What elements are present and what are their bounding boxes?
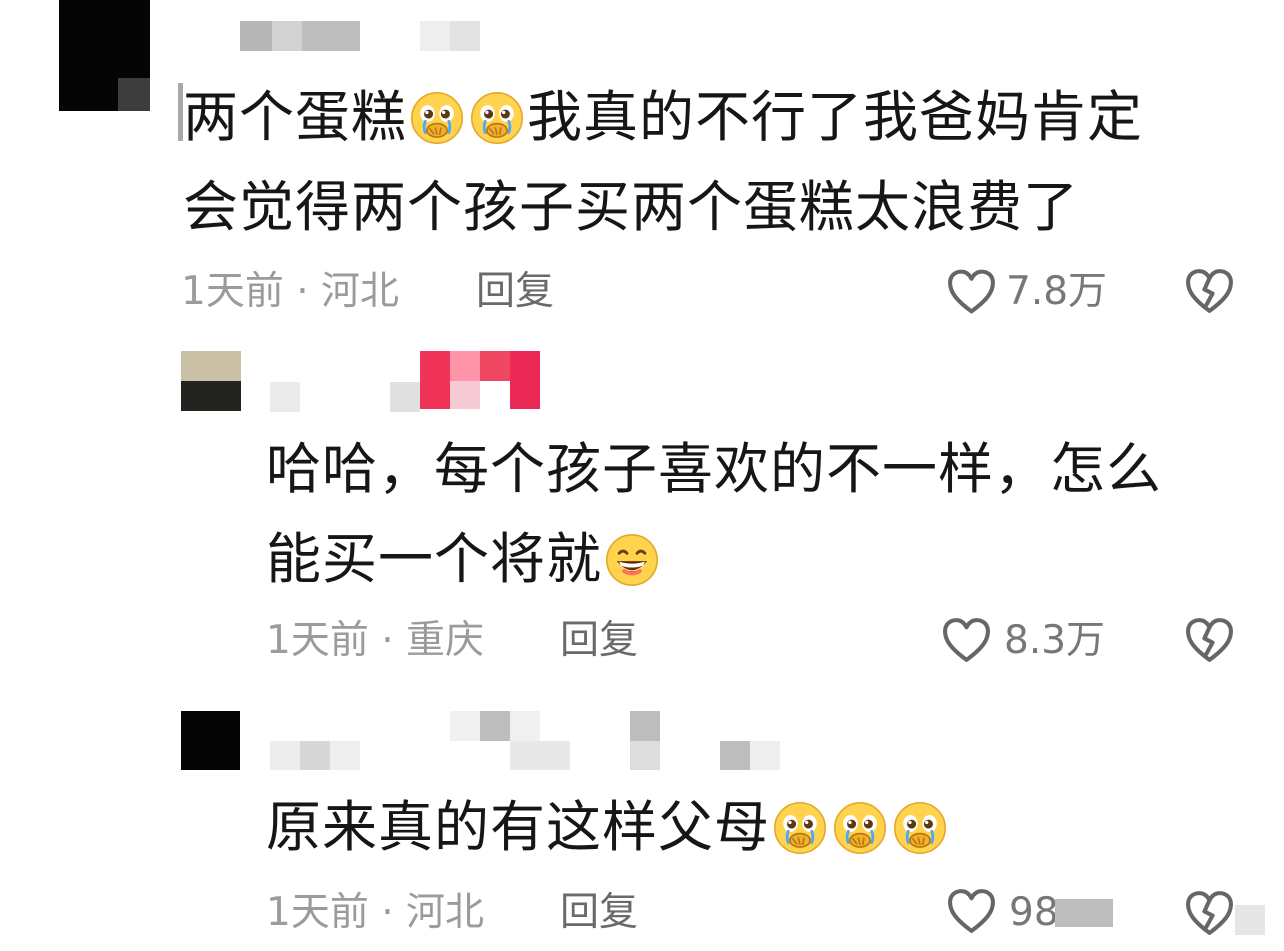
blurred-username [272, 21, 302, 51]
comment-text-part: 我真的不行了我爸妈肯定 [527, 85, 1144, 149]
reply-button[interactable]: 回复 [560, 889, 638, 937]
blurred-username [450, 21, 480, 51]
like-count: 98 [1009, 890, 1059, 935]
blurred-username [450, 351, 480, 381]
broken-heart-icon[interactable] [1184, 267, 1235, 315]
blurred-username [510, 741, 570, 770]
broken-heart-icon[interactable] [1184, 616, 1235, 664]
blurred-username [270, 741, 300, 770]
blurred-username [480, 711, 510, 741]
pleading-face-icon [409, 90, 465, 146]
broken-heart-icon[interactable] [1184, 889, 1235, 937]
blurred-username [420, 21, 450, 51]
blurred-username [450, 711, 480, 741]
blurred-like-count [1055, 899, 1113, 927]
blurred-username [480, 351, 510, 381]
comment-text-part: 原来真的有这样父母 [266, 795, 771, 859]
blurred-username [330, 741, 360, 770]
reply-button[interactable]: 回复 [560, 617, 638, 665]
blurred-username [240, 21, 272, 51]
avatar [181, 381, 241, 411]
pleading-face-icon [892, 800, 948, 856]
pleading-face-icon [772, 800, 828, 856]
comment-meta: 1天前 · 河北 [266, 890, 485, 935]
blurred-username [302, 21, 360, 51]
blurred-username [390, 382, 420, 412]
comment-text-line: 哈哈，每个孩子喜欢的不一样，怎么 [266, 437, 1163, 501]
grinning-face-icon [604, 532, 660, 588]
avatar[interactable] [181, 351, 241, 381]
comments-screenshot: 两个蛋糕 我真的不行了我爸妈肯定 会觉得两个孩子买两个蛋糕太浪费了 1天前 · 河… [0, 0, 1284, 951]
blurred-username [630, 741, 660, 770]
blurred-username [450, 381, 480, 409]
blurred-username [720, 741, 750, 770]
comment-text: 哈哈，每个孩子喜欢的不一样，怎么 能买一个将就 [266, 424, 1162, 604]
blurred-username [420, 351, 450, 409]
avatar[interactable] [181, 711, 240, 770]
heart-outline-icon[interactable] [946, 268, 997, 315]
like-count: 7.8万 [1006, 269, 1108, 314]
comment-meta: 1天前 · 重庆 [266, 618, 485, 663]
comment-text-part: 能买一个将就 [266, 527, 603, 591]
heart-outline-icon[interactable] [946, 887, 997, 935]
blurred-username [750, 741, 780, 770]
blurred-username [510, 351, 540, 409]
comment-meta: 1天前 · 河北 [181, 269, 400, 314]
blurred-username [270, 382, 300, 412]
blurred-username [300, 741, 330, 770]
reply-button[interactable]: 回复 [476, 268, 554, 316]
comment-text-line: 会觉得两个孩子买两个蛋糕太浪费了 [183, 175, 1080, 239]
comment-text: 原来真的有这样父母 [266, 782, 950, 872]
comment-text: 两个蛋糕 我真的不行了我爸妈肯定 会觉得两个孩子买两个蛋糕太浪费了 [183, 72, 1143, 252]
pleading-face-icon [832, 800, 888, 856]
avatar-highlight [118, 78, 150, 111]
blurred-username [510, 711, 540, 741]
blurred-username [630, 711, 660, 741]
blurred-corner [1235, 905, 1265, 935]
like-count: 8.3万 [1004, 618, 1106, 663]
pleading-face-icon [469, 90, 525, 146]
comment-text-part: 两个蛋糕 [183, 85, 408, 149]
heart-outline-icon[interactable] [941, 616, 992, 664]
